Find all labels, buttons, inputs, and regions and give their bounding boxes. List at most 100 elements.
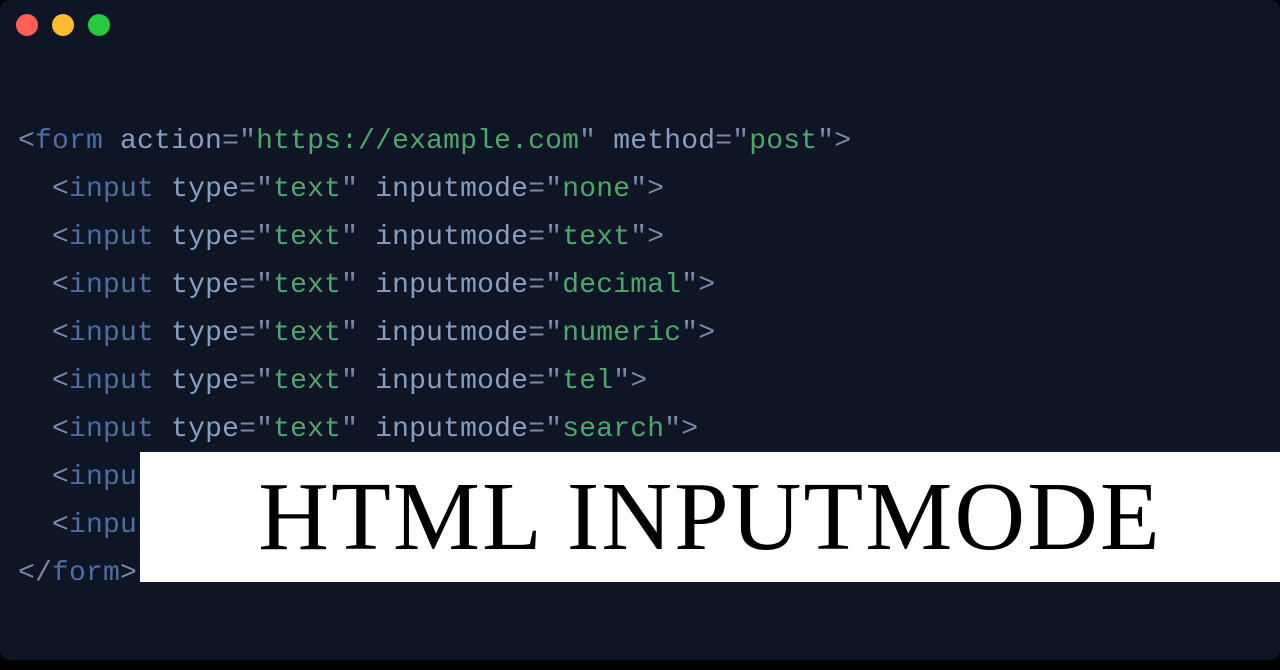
punct-quote: " [732, 126, 749, 157]
attr-type: type [171, 318, 239, 349]
punct-eq: = [528, 174, 545, 205]
punct-eq: = [528, 414, 545, 445]
space [154, 414, 171, 445]
window-traffic-lights [16, 14, 110, 36]
punct-quote: " [545, 318, 562, 349]
code-line-input-partial: <inpu [18, 462, 137, 493]
attr-type: type [171, 222, 239, 253]
punct-eq: = [239, 366, 256, 397]
punct-quote: " [817, 126, 834, 157]
punct-quote: " [545, 414, 562, 445]
tag-input: input [69, 366, 154, 397]
punct-quote: " [545, 270, 562, 301]
code-line-form-close: </form> [18, 558, 137, 589]
string-method: post [749, 126, 817, 157]
space [154, 222, 171, 253]
punct-eq: = [528, 318, 545, 349]
punct-gt: > [681, 414, 698, 445]
punct-eq: = [239, 174, 256, 205]
string-inputmode: text [562, 222, 630, 253]
string-inputmode: search [562, 414, 664, 445]
punct-lt: < [52, 222, 69, 253]
attr-action: action [120, 126, 222, 157]
space [358, 414, 375, 445]
attr-type: type [171, 366, 239, 397]
punct-quote: " [579, 126, 596, 157]
window-minimize-icon[interactable] [52, 14, 74, 36]
punct-quote: " [341, 318, 358, 349]
punct-eq: = [528, 222, 545, 253]
code-line-input: <input type="text" inputmode="none"> [18, 174, 664, 205]
punct-quote: " [239, 126, 256, 157]
punct-gt: > [698, 270, 715, 301]
code-line-form-open: <form action="https://example.com" metho… [18, 126, 851, 157]
punct-eq: = [715, 126, 732, 157]
code-line-input: <input type="text" inputmode="tel"> [18, 366, 647, 397]
space [154, 174, 171, 205]
window-zoom-icon[interactable] [88, 14, 110, 36]
string-inputmode: none [562, 174, 630, 205]
indent [18, 174, 52, 205]
punct-quote: " [256, 174, 273, 205]
punct-quote: " [341, 222, 358, 253]
attr-inputmode: inputmode [375, 270, 528, 301]
code-line-input: <input type="text" inputmode="text"> [18, 222, 664, 253]
space [358, 318, 375, 349]
punct-quote: " [341, 270, 358, 301]
space [358, 366, 375, 397]
punct-eq: = [528, 270, 545, 301]
punct-quote: " [545, 366, 562, 397]
punct-eq: = [239, 222, 256, 253]
tag-input: input [69, 414, 154, 445]
tag-input: input [69, 222, 154, 253]
code-line-input: <input type="text" inputmode="search"> [18, 414, 698, 445]
punct-quote: " [256, 366, 273, 397]
attr-inputmode: inputmode [375, 318, 528, 349]
punct-quote: " [341, 174, 358, 205]
punct-lt-slash: </ [18, 558, 52, 589]
punct-quote: " [256, 222, 273, 253]
window-close-icon[interactable] [16, 14, 38, 36]
attr-inputmode: inputmode [375, 174, 528, 205]
indent [18, 462, 52, 493]
space [358, 174, 375, 205]
code-window: <form action="https://example.com" metho… [0, 0, 1280, 660]
punct-quote: " [341, 366, 358, 397]
space [154, 270, 171, 301]
punct-quote: " [256, 270, 273, 301]
string-type: text [273, 414, 341, 445]
tag-input-partial: inpu [69, 510, 137, 541]
tag-input: input [69, 270, 154, 301]
punct-lt: < [52, 270, 69, 301]
string-type: text [273, 270, 341, 301]
punct-lt: < [52, 462, 69, 493]
indent [18, 222, 52, 253]
punct-quote: " [681, 270, 698, 301]
punct-quote: " [256, 318, 273, 349]
punct-quote: " [630, 174, 647, 205]
code-line-input-partial: <inpu [18, 510, 137, 541]
space [596, 126, 613, 157]
punct-quote: " [341, 414, 358, 445]
punct-lt: < [52, 366, 69, 397]
punct-eq: = [239, 270, 256, 301]
code-line-input: <input type="text" inputmode="decimal"> [18, 270, 715, 301]
string-type: text [273, 366, 341, 397]
punct-quote: " [545, 174, 562, 205]
indent [18, 366, 52, 397]
string-inputmode: tel [562, 366, 613, 397]
punct-quote: " [664, 414, 681, 445]
punct-lt: < [52, 510, 69, 541]
attr-type: type [171, 174, 239, 205]
indent [18, 510, 52, 541]
title-overlay-text: HTML INPUTMODE [258, 461, 1162, 573]
string-inputmode: decimal [562, 270, 681, 301]
punct-gt: > [647, 222, 664, 253]
punct-eq: = [528, 366, 545, 397]
attr-type: type [171, 414, 239, 445]
space [154, 366, 171, 397]
punct-quote: " [545, 222, 562, 253]
punct-gt: > [630, 366, 647, 397]
string-type: text [273, 318, 341, 349]
string-inputmode: numeric [562, 318, 681, 349]
